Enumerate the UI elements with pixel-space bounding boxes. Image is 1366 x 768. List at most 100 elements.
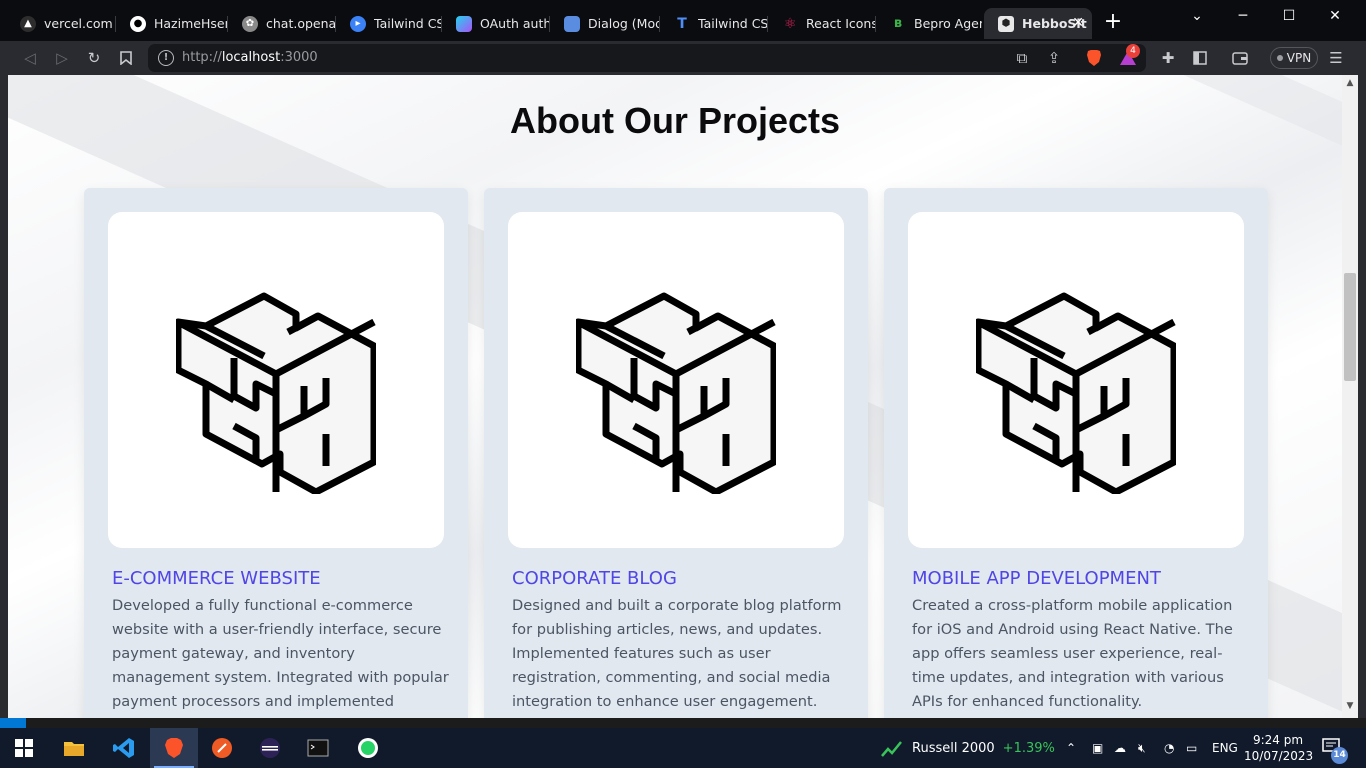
github-icon: ●: [130, 15, 146, 32]
onedrive-icon[interactable]: ☁: [1114, 728, 1126, 768]
bepro-icon: ʙ: [893, 16, 903, 31]
headless-ui-icon: ▸: [350, 15, 366, 32]
tab-tailwind-elements[interactable]: T Tailwind CSS: [660, 8, 768, 39]
tab-chatgpt[interactable]: ✿ chat.openai.c: [228, 8, 336, 39]
stock-ticker[interactable]: Russell 2000 +1.39%: [880, 738, 1055, 758]
page-viewport: About Our Projects E-COMMERCE WEBSITE De…: [0, 75, 1366, 718]
maximize-button[interactable]: ☐: [1266, 0, 1312, 32]
tab-label: Tailwind CSS: [374, 16, 442, 31]
postman-icon[interactable]: [198, 728, 246, 768]
tab-oauth[interactable]: OAuth auther: [442, 8, 550, 39]
close-tab-icon[interactable]: ✕: [1072, 15, 1084, 31]
extensions-icon[interactable]: ✚: [1158, 48, 1178, 68]
start-button[interactable]: [0, 728, 48, 768]
whatsapp-icon[interactable]: [344, 728, 392, 768]
scroll-up-icon[interactable]: ▲: [1342, 78, 1358, 92]
tab-label: chat.openai.c: [266, 16, 336, 31]
reload-icon[interactable]: ↻: [84, 48, 104, 68]
tab-label: HazimeHsen/: [154, 16, 228, 31]
share-icon[interactable]: ⇪: [1044, 48, 1064, 68]
back-icon[interactable]: ◁: [20, 48, 40, 68]
forward-icon[interactable]: ▷: [52, 48, 72, 68]
react-icon: ⚛: [783, 15, 797, 32]
clock-time: 9:24 pm: [1252, 733, 1304, 747]
address-bar[interactable]: ! http://localhost:3000 ⧉ ⇪: [148, 44, 1146, 72]
language-indicator[interactable]: ENG: [1212, 728, 1238, 768]
project-image: [508, 212, 844, 548]
minimize-button[interactable]: ─: [1220, 0, 1266, 32]
tab-label: OAuth auther: [480, 16, 550, 31]
project-title[interactable]: E-COMMERCE WEBSITE: [112, 568, 321, 589]
tab-github[interactable]: ● HazimeHsen/: [116, 8, 228, 39]
bookmark-icon[interactable]: [116, 48, 136, 68]
vercel-icon: ▲: [20, 15, 36, 32]
hebbo-logo-icon: [176, 292, 376, 494]
show-hidden-icons[interactable]: ⌃: [1066, 728, 1076, 768]
chevron-down-icon[interactable]: ⌄: [1174, 0, 1220, 32]
tab-headlessui[interactable]: ▸ Tailwind CSS: [336, 8, 442, 39]
info-icon[interactable]: !: [158, 50, 174, 66]
brave-taskbar-icon[interactable]: [150, 728, 198, 768]
sidebar-icon[interactable]: [1190, 48, 1210, 68]
tab-hebbosite-active[interactable]: ⬢ HebboSit ✕: [984, 8, 1092, 39]
eclipse-icon[interactable]: [246, 728, 294, 768]
terminal-icon[interactable]: [294, 728, 342, 768]
shield-icon: [456, 15, 472, 32]
wallet-icon[interactable]: [1230, 48, 1250, 68]
hebbo-logo-icon: [976, 292, 1176, 494]
file-explorer-icon[interactable]: [50, 728, 98, 768]
clock-date: 10/07/2023: [1244, 749, 1314, 763]
windows-taskbar: Russell 2000 +1.39% ⌃ ▣ ☁ 🔇︎ ◔ ▭ ENG 9:2…: [0, 728, 1366, 768]
menu-icon[interactable]: ☰: [1326, 48, 1346, 68]
vscode-icon[interactable]: [100, 728, 148, 768]
project-card[interactable]: CORPORATE BLOG Designed and built a corp…: [484, 188, 868, 718]
tab-react-icons[interactable]: ⚛ React Icons: [768, 8, 876, 39]
project-image: [108, 212, 444, 548]
project-card[interactable]: MOBILE APP DEVELOPMENT Created a cross-p…: [884, 188, 1268, 718]
scroll-down-icon[interactable]: ▼: [1342, 701, 1358, 715]
tailwind-elements-icon: T: [677, 15, 687, 32]
openai-icon: ✿: [242, 15, 258, 32]
battery-icon[interactable]: ▭: [1186, 728, 1197, 768]
project-title[interactable]: CORPORATE BLOG: [512, 568, 677, 589]
browser-tab-strip: ▲ vercel.com ● HazimeHsen/ ✿ chat.openai…: [0, 0, 1366, 41]
url-text: http://localhost:3000: [182, 50, 318, 65]
vscode-status-bar: [0, 718, 1366, 728]
vpn-button[interactable]: VPN: [1270, 47, 1318, 69]
hebbo-logo-icon: [576, 292, 776, 494]
tab-label: vercel.com: [44, 16, 113, 31]
notification-center-icon[interactable]: 14: [1322, 738, 1348, 764]
chart-up-icon: [881, 741, 902, 757]
tab-label: Tailwind CSS: [698, 16, 768, 31]
tab-bepro[interactable]: ʙ Bepro Agency: [876, 8, 982, 39]
project-description: Developed a fully functional e-commerce …: [112, 597, 449, 718]
project-card[interactable]: E-COMMERCE WEBSITE Developed a fully fun…: [84, 188, 468, 718]
brave-shields-icon[interactable]: [1084, 48, 1104, 68]
project-image: [908, 212, 1244, 548]
hebbo-logo-icon: ⬢: [998, 15, 1014, 32]
tab-label: Dialog (Moda: [588, 16, 660, 31]
ticker-change: +1.39%: [1002, 740, 1055, 756]
tab-label: React Icons: [806, 16, 876, 31]
mui-icon: [564, 15, 580, 32]
project-title[interactable]: MOBILE APP DEVELOPMENT: [912, 568, 1161, 589]
meet-now-icon[interactable]: ▣: [1092, 728, 1103, 768]
close-window-button[interactable]: ✕: [1312, 0, 1358, 32]
rewards-badge: 4: [1126, 44, 1140, 58]
browser-toolbar: ◁ ▷ ↻ ! http://localhost:3000 ⧉ ⇪ 4 ✚ VP…: [0, 41, 1366, 75]
wifi-icon[interactable]: ◔: [1164, 728, 1174, 768]
tab-label: Bepro Agency: [914, 16, 982, 31]
scroll-thumb[interactable]: [1344, 273, 1356, 381]
open-external-icon[interactable]: ⧉: [1012, 48, 1032, 68]
project-description: Created a cross-platform mobile applicat…: [912, 597, 1233, 710]
project-description: Designed and built a corporate blog plat…: [512, 597, 842, 710]
section-heading: About Our Projects: [509, 100, 841, 141]
tab-dialog[interactable]: Dialog (Moda: [550, 8, 660, 39]
page-scrollbar[interactable]: ▲ ▼: [1342, 75, 1358, 718]
volume-mute-icon[interactable]: 🔇︎: [1138, 728, 1146, 768]
new-tab-button[interactable]: +: [1102, 10, 1124, 36]
ticker-name: Russell 2000: [912, 740, 995, 756]
system-clock[interactable]: 9:24 pm 10/07/2023: [1244, 732, 1314, 764]
notification-count-badge: 14: [1331, 747, 1348, 764]
tab-vercel[interactable]: ▲ vercel.com: [6, 8, 116, 39]
